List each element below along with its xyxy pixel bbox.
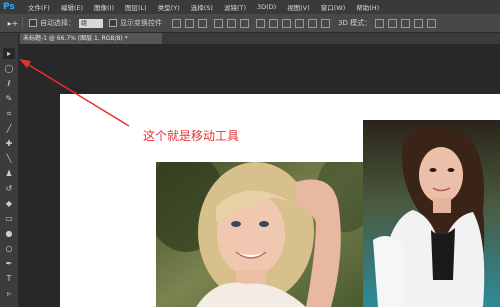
quick-select-tool-icon[interactable]: ✎ [3, 93, 15, 104]
align-vcenter-icon[interactable] [185, 18, 194, 28]
photo-blonde-woman[interactable] [156, 162, 364, 307]
distribute-vcenter-icon[interactable] [269, 18, 278, 28]
lasso-tool-icon[interactable]: ℓ [3, 78, 15, 89]
brush-tool-icon[interactable]: ╲ [3, 153, 15, 164]
document-tab-bar: 未标题-1 @ 66.7% (图层 1, RGB/8) * [12, 33, 500, 44]
align-top-icon[interactable] [172, 18, 181, 28]
path-select-tool-icon[interactable]: ▹ [3, 288, 15, 299]
document-tab[interactable]: 未标题-1 @ 66.7% (图层 1, RGB/8) * [20, 33, 162, 44]
auto-select-checkbox[interactable] [29, 19, 37, 27]
menu-type[interactable]: 类型(Y) [158, 2, 180, 12]
eyedropper-tool-icon[interactable]: ╱ [3, 123, 15, 134]
show-transform-label: 显示变换控件 [120, 19, 162, 27]
pen-tool-icon[interactable]: ✒ [3, 258, 15, 269]
menu-view[interactable]: 视图(V) [287, 2, 310, 12]
show-transform-checkbox[interactable] [109, 19, 117, 27]
3d-drag-icon[interactable] [401, 18, 411, 28]
options-bar: ▸+ 自动选择： 组 显示变换控件 3D 模式： [0, 14, 500, 33]
distribute-right-icon[interactable] [321, 18, 330, 28]
history-brush-tool-icon[interactable]: ↺ [3, 183, 15, 194]
3d-roll-icon[interactable] [388, 18, 398, 28]
distribute-left-icon[interactable] [295, 18, 304, 28]
stamp-tool-icon[interactable]: ♟ [3, 168, 15, 179]
type-tool-icon[interactable]: T [3, 273, 15, 284]
crop-tool-icon[interactable]: ⌗ [3, 108, 15, 119]
distribute-bottom-icon[interactable] [282, 18, 291, 28]
photoshop-logo: Ps [3, 2, 15, 12]
photo-dark-haired-woman[interactable] [363, 120, 500, 307]
marquee-tool-icon[interactable]: ◯ [3, 63, 15, 74]
healing-tool-icon[interactable]: ✚ [3, 138, 15, 149]
menu-3d[interactable]: 3D(D) [257, 3, 276, 11]
auto-select-dropdown[interactable]: 组 [79, 18, 103, 28]
align-bottom-icon[interactable] [198, 18, 207, 28]
gradient-tool-icon[interactable]: ▭ [3, 213, 15, 224]
dodge-tool-icon[interactable]: ○ [3, 243, 15, 254]
menu-window[interactable]: 窗口(W) [321, 2, 346, 12]
3d-scale-icon[interactable] [427, 18, 437, 28]
move-tool-icon[interactable]: ▸ [3, 48, 15, 59]
menu-edit[interactable]: 编辑(E) [61, 2, 83, 12]
menu-select[interactable]: 选择(S) [191, 2, 213, 12]
3d-rotate-icon[interactable] [375, 18, 385, 28]
3d-slide-icon[interactable] [414, 18, 424, 28]
menu-filter[interactable]: 滤镜(T) [224, 2, 246, 12]
distribute-top-icon[interactable] [256, 18, 265, 28]
photo-blonde-woman-image [156, 162, 364, 307]
menu-file[interactable]: 文件(F) [28, 2, 50, 12]
3d-mode-label: 3D 模式： [338, 19, 372, 27]
eraser-tool-icon[interactable]: ◆ [3, 198, 15, 209]
photo-dark-haired-woman-image [363, 120, 500, 307]
blur-tool-icon[interactable]: ● [3, 228, 15, 239]
menu-bar: Ps 文件(F) 编辑(E) 图像(I) 图层(L) 类型(Y) 选择(S) 滤… [0, 0, 500, 14]
align-hcenter-icon[interactable] [227, 18, 236, 28]
distribute-hcenter-icon[interactable] [308, 18, 317, 28]
toolbox: ▸ ◯ ℓ ✎ ⌗ ╱ ✚ ╲ ♟ ↺ ◆ ▭ ● ○ ✒ T ▹ [0, 33, 19, 307]
menu-help[interactable]: 帮助(H) [356, 2, 379, 12]
align-right-icon[interactable] [240, 18, 249, 28]
align-left-icon[interactable] [214, 18, 223, 28]
auto-select-label: 自动选择： [40, 19, 75, 27]
menu-layer[interactable]: 图层(L) [125, 2, 147, 12]
annotation-text: 这个就是移动工具 [143, 129, 240, 143]
menu-image[interactable]: 图像(I) [94, 2, 114, 12]
tool-preset-picker[interactable]: ▸+ [4, 17, 23, 29]
